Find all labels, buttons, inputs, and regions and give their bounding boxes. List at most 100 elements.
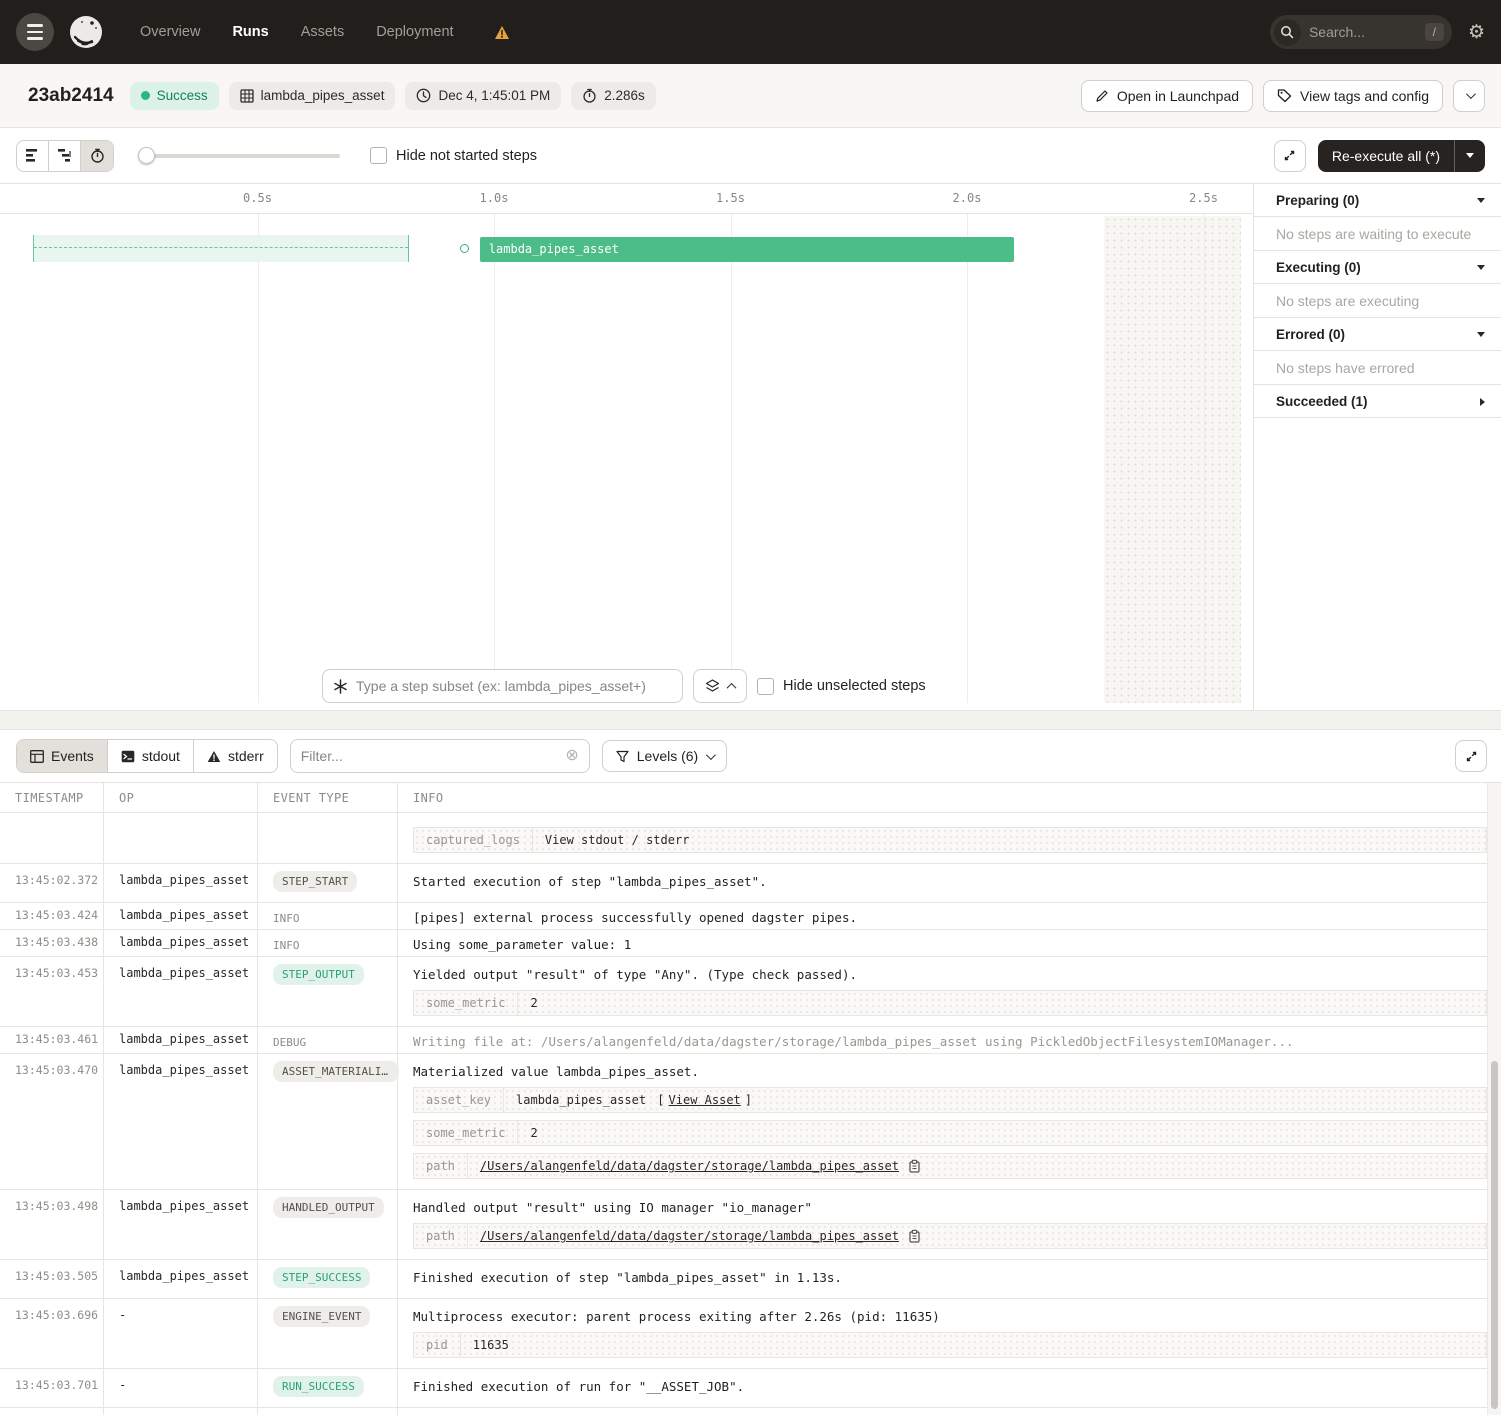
log-info: Finished execution of run for "__ASSET_J… (398, 1369, 1501, 1407)
log-info: Handled output "result" using IO manager… (398, 1190, 1501, 1259)
step-subset-input[interactable] (356, 678, 672, 694)
log-timestamp: 13:45:03.461 (0, 1027, 104, 1053)
run-start-time-tag: Dec 4, 1:45:01 PM (405, 82, 561, 110)
metadata-value: 2 (518, 991, 1486, 1015)
metadata-key: path (414, 1154, 468, 1178)
run-header-more-button[interactable] (1453, 80, 1485, 112)
scrollbar-thumb[interactable] (1491, 1061, 1498, 1409)
log-row: 13:45:02.372lambda_pipes_assetSTEP_START… (0, 864, 1501, 903)
clear-filter-icon[interactable]: ⊗ (565, 748, 578, 764)
log-event-type: DEBUG (258, 1027, 398, 1053)
gantt-fullscreen-button[interactable] (1274, 140, 1306, 172)
settings-gear-icon[interactable]: ⚙ (1468, 23, 1485, 42)
view-timed-button[interactable] (81, 141, 113, 171)
event-type-badge: DEBUG (273, 1036, 306, 1049)
metadata-value: /Users/alangenfeld/data/dagster/storage/… (468, 1224, 1486, 1248)
axis-tick-label: 2.5s (1189, 191, 1218, 205)
search-icon (1274, 19, 1301, 46)
log-message: Multiprocess executor: parent process ex… (413, 1306, 1487, 1325)
log-info: Writing file at: /Users/alangenfeld/data… (398, 1027, 1501, 1053)
log-message: Handled output "result" using IO manager… (413, 1197, 1487, 1216)
step-selector-icon (333, 679, 348, 694)
log-info: Process for run exited (pid: 11635). (398, 1408, 1501, 1415)
event-type-badge: STEP_OUTPUT (273, 964, 364, 985)
metadata-path-link[interactable]: /Users/alangenfeld/data/dagster/storage/… (480, 1159, 899, 1173)
log-op: - (104, 1408, 258, 1415)
job-grid-icon (240, 89, 254, 103)
top-navigation: Overview Runs Assets Deployment / ⚙ (0, 0, 1501, 64)
log-timestamp: 13:45:02.372 (0, 864, 104, 902)
gantt-step-bar[interactable]: lambda_pipes_asset (480, 237, 1014, 262)
log-op: lambda_pipes_asset (104, 864, 258, 902)
tab-stderr[interactable]: stderr (194, 740, 277, 772)
metadata-entry: some_metric2 (413, 1120, 1487, 1146)
hide-not-started-checkbox[interactable] (370, 147, 387, 164)
nav-item-runs[interactable]: Runs (232, 24, 268, 40)
hamburger-menu-button[interactable] (16, 13, 54, 51)
metadata-key: pid (414, 1333, 461, 1357)
reexecute-dropdown-caret[interactable] (1455, 140, 1485, 172)
log-row: 13:45:03.505lambda_pipes_assetSTEP_SUCCE… (0, 1260, 1501, 1299)
expand-icon (1464, 749, 1479, 764)
global-search[interactable]: / (1270, 15, 1452, 49)
copy-icon[interactable] (908, 1229, 921, 1243)
view-flat-button[interactable] (17, 141, 49, 171)
hide-unselected-checkbox[interactable] (757, 678, 774, 695)
nav-item-overview[interactable]: Overview (140, 24, 200, 40)
view-waterfall-button[interactable] (49, 141, 81, 171)
log-timestamp: 13:45:03.701 (0, 1369, 104, 1407)
gantt-chart: 0.5s1.0s1.5s2.0s2.5s Hide unse (0, 184, 1253, 710)
copy-icon[interactable] (908, 1159, 921, 1173)
search-input[interactable] (1309, 24, 1405, 40)
axis-tick-label: 0.5s (243, 191, 272, 205)
reexecute-all-button[interactable]: Re-execute all (*) (1318, 140, 1485, 172)
log-timestamp: 13:45:03.498 (0, 1190, 104, 1259)
event-type-badge: ASSET_MATERIALIZAT… (273, 1061, 399, 1082)
gantt-waiting-box (33, 235, 409, 262)
metadata-path-link[interactable]: /Users/alangenfeld/data/dagster/storage/… (480, 1229, 899, 1243)
slider-thumb[interactable] (138, 147, 155, 164)
metadata-value: 11635 (461, 1333, 1486, 1357)
sidebar-section-preparing[interactable]: Preparing (0) (1254, 184, 1501, 217)
log-row: 13:45:03.701-RUN_SUCCESSFinished executi… (0, 1369, 1501, 1408)
job-name-tag[interactable]: lambda_pipes_asset (229, 82, 396, 110)
panel-resize-divider[interactable] (0, 710, 1501, 730)
logs-fullscreen-button[interactable] (1455, 740, 1487, 772)
open-in-launchpad-button[interactable]: Open in Launchpad (1081, 80, 1253, 112)
tab-stdout[interactable]: stdout (108, 740, 194, 772)
nav-item-assets[interactable]: Assets (301, 24, 345, 40)
metadata-entry: path/Users/alangenfeld/data/dagster/stor… (413, 1153, 1487, 1179)
caret-right-icon (1480, 398, 1485, 406)
nav-item-deployment[interactable]: Deployment (376, 24, 453, 40)
sidebar-section-executing[interactable]: Executing (0) (1254, 251, 1501, 284)
log-row: 13:45:03.716-ENGINE_EVENTProcess for run… (0, 1408, 1501, 1415)
step-layers-button[interactable] (693, 669, 747, 703)
view-tags-config-button[interactable]: View tags and config (1263, 80, 1443, 112)
log-event-type (258, 813, 398, 863)
metadata-text[interactable]: View stdout / stderr (545, 833, 690, 847)
log-event-type: ASSET_MATERIALIZAT… (258, 1054, 398, 1189)
log-timestamp: 13:45:03.716 (0, 1408, 104, 1415)
sidebar-section-title: Errored (0) (1276, 327, 1345, 342)
tab-events[interactable]: Events (17, 740, 108, 772)
reexecute-label[interactable]: Re-execute all (*) (1318, 140, 1454, 172)
sidebar-section-errored[interactable]: Errored (0) (1254, 318, 1501, 351)
logs-scrollbar[interactable] (1487, 783, 1501, 1415)
log-row: 13:45:03.438lambda_pipes_assetINFOUsing … (0, 930, 1501, 957)
chevron-up-icon (727, 682, 737, 692)
event-type-badge: INFO (273, 939, 300, 952)
log-timestamp: 13:45:03.424 (0, 903, 104, 929)
log-event-type: INFO (258, 903, 398, 929)
events-table-icon (30, 750, 44, 763)
log-row: captured_logsView stdout / stderr (0, 813, 1501, 864)
gantt-zoom-slider[interactable] (140, 154, 340, 158)
clock-icon (416, 88, 431, 103)
log-filter-input[interactable] (301, 748, 566, 764)
log-timestamp: 13:45:03.453 (0, 957, 104, 1026)
metadata-entry: some_metric2 (413, 990, 1487, 1016)
view-asset-link[interactable]: View Asset (669, 1093, 741, 1107)
levels-dropdown-button[interactable]: Levels (6) (602, 740, 727, 772)
step-subset-bar: Hide unselected steps (322, 669, 926, 703)
log-info: Materialized value lambda_pipes_asset.as… (398, 1054, 1501, 1189)
sidebar-section-succeeded[interactable]: Succeeded (1) (1254, 385, 1501, 418)
